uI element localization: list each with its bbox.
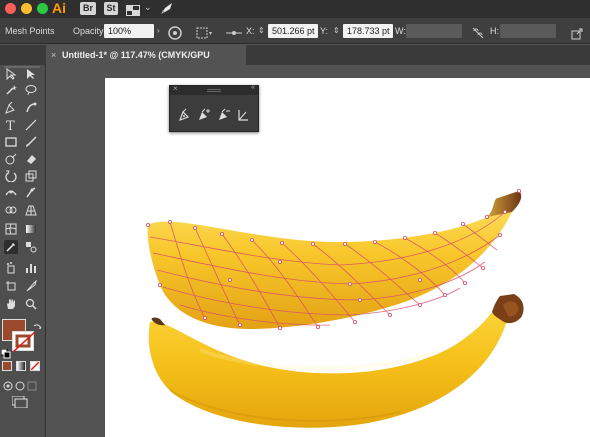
- mesh-banana[interactable]: [145, 188, 522, 330]
- add-anchor-icon[interactable]: [196, 108, 212, 127]
- photo-banana-body: [148, 304, 508, 428]
- pen-tools-panel: × «: [169, 84, 259, 132]
- delete-anchor-icon[interactable]: [216, 108, 232, 127]
- mesh-pen-icon[interactable]: [178, 108, 192, 127]
- panel-grip[interactable]: [207, 89, 221, 92]
- panel-header[interactable]: × «: [170, 84, 258, 95]
- collapse-panel-icon[interactable]: «: [251, 84, 255, 91]
- close-panel-icon[interactable]: ×: [173, 84, 178, 93]
- illustrator-window: Ai Br St ⌄ Mesh Points Opacity: 100% › X…: [0, 0, 590, 437]
- mesh-banana-body: [147, 191, 522, 330]
- convert-anchor-icon[interactable]: [237, 108, 249, 127]
- artwork-canvas: [145, 188, 524, 428]
